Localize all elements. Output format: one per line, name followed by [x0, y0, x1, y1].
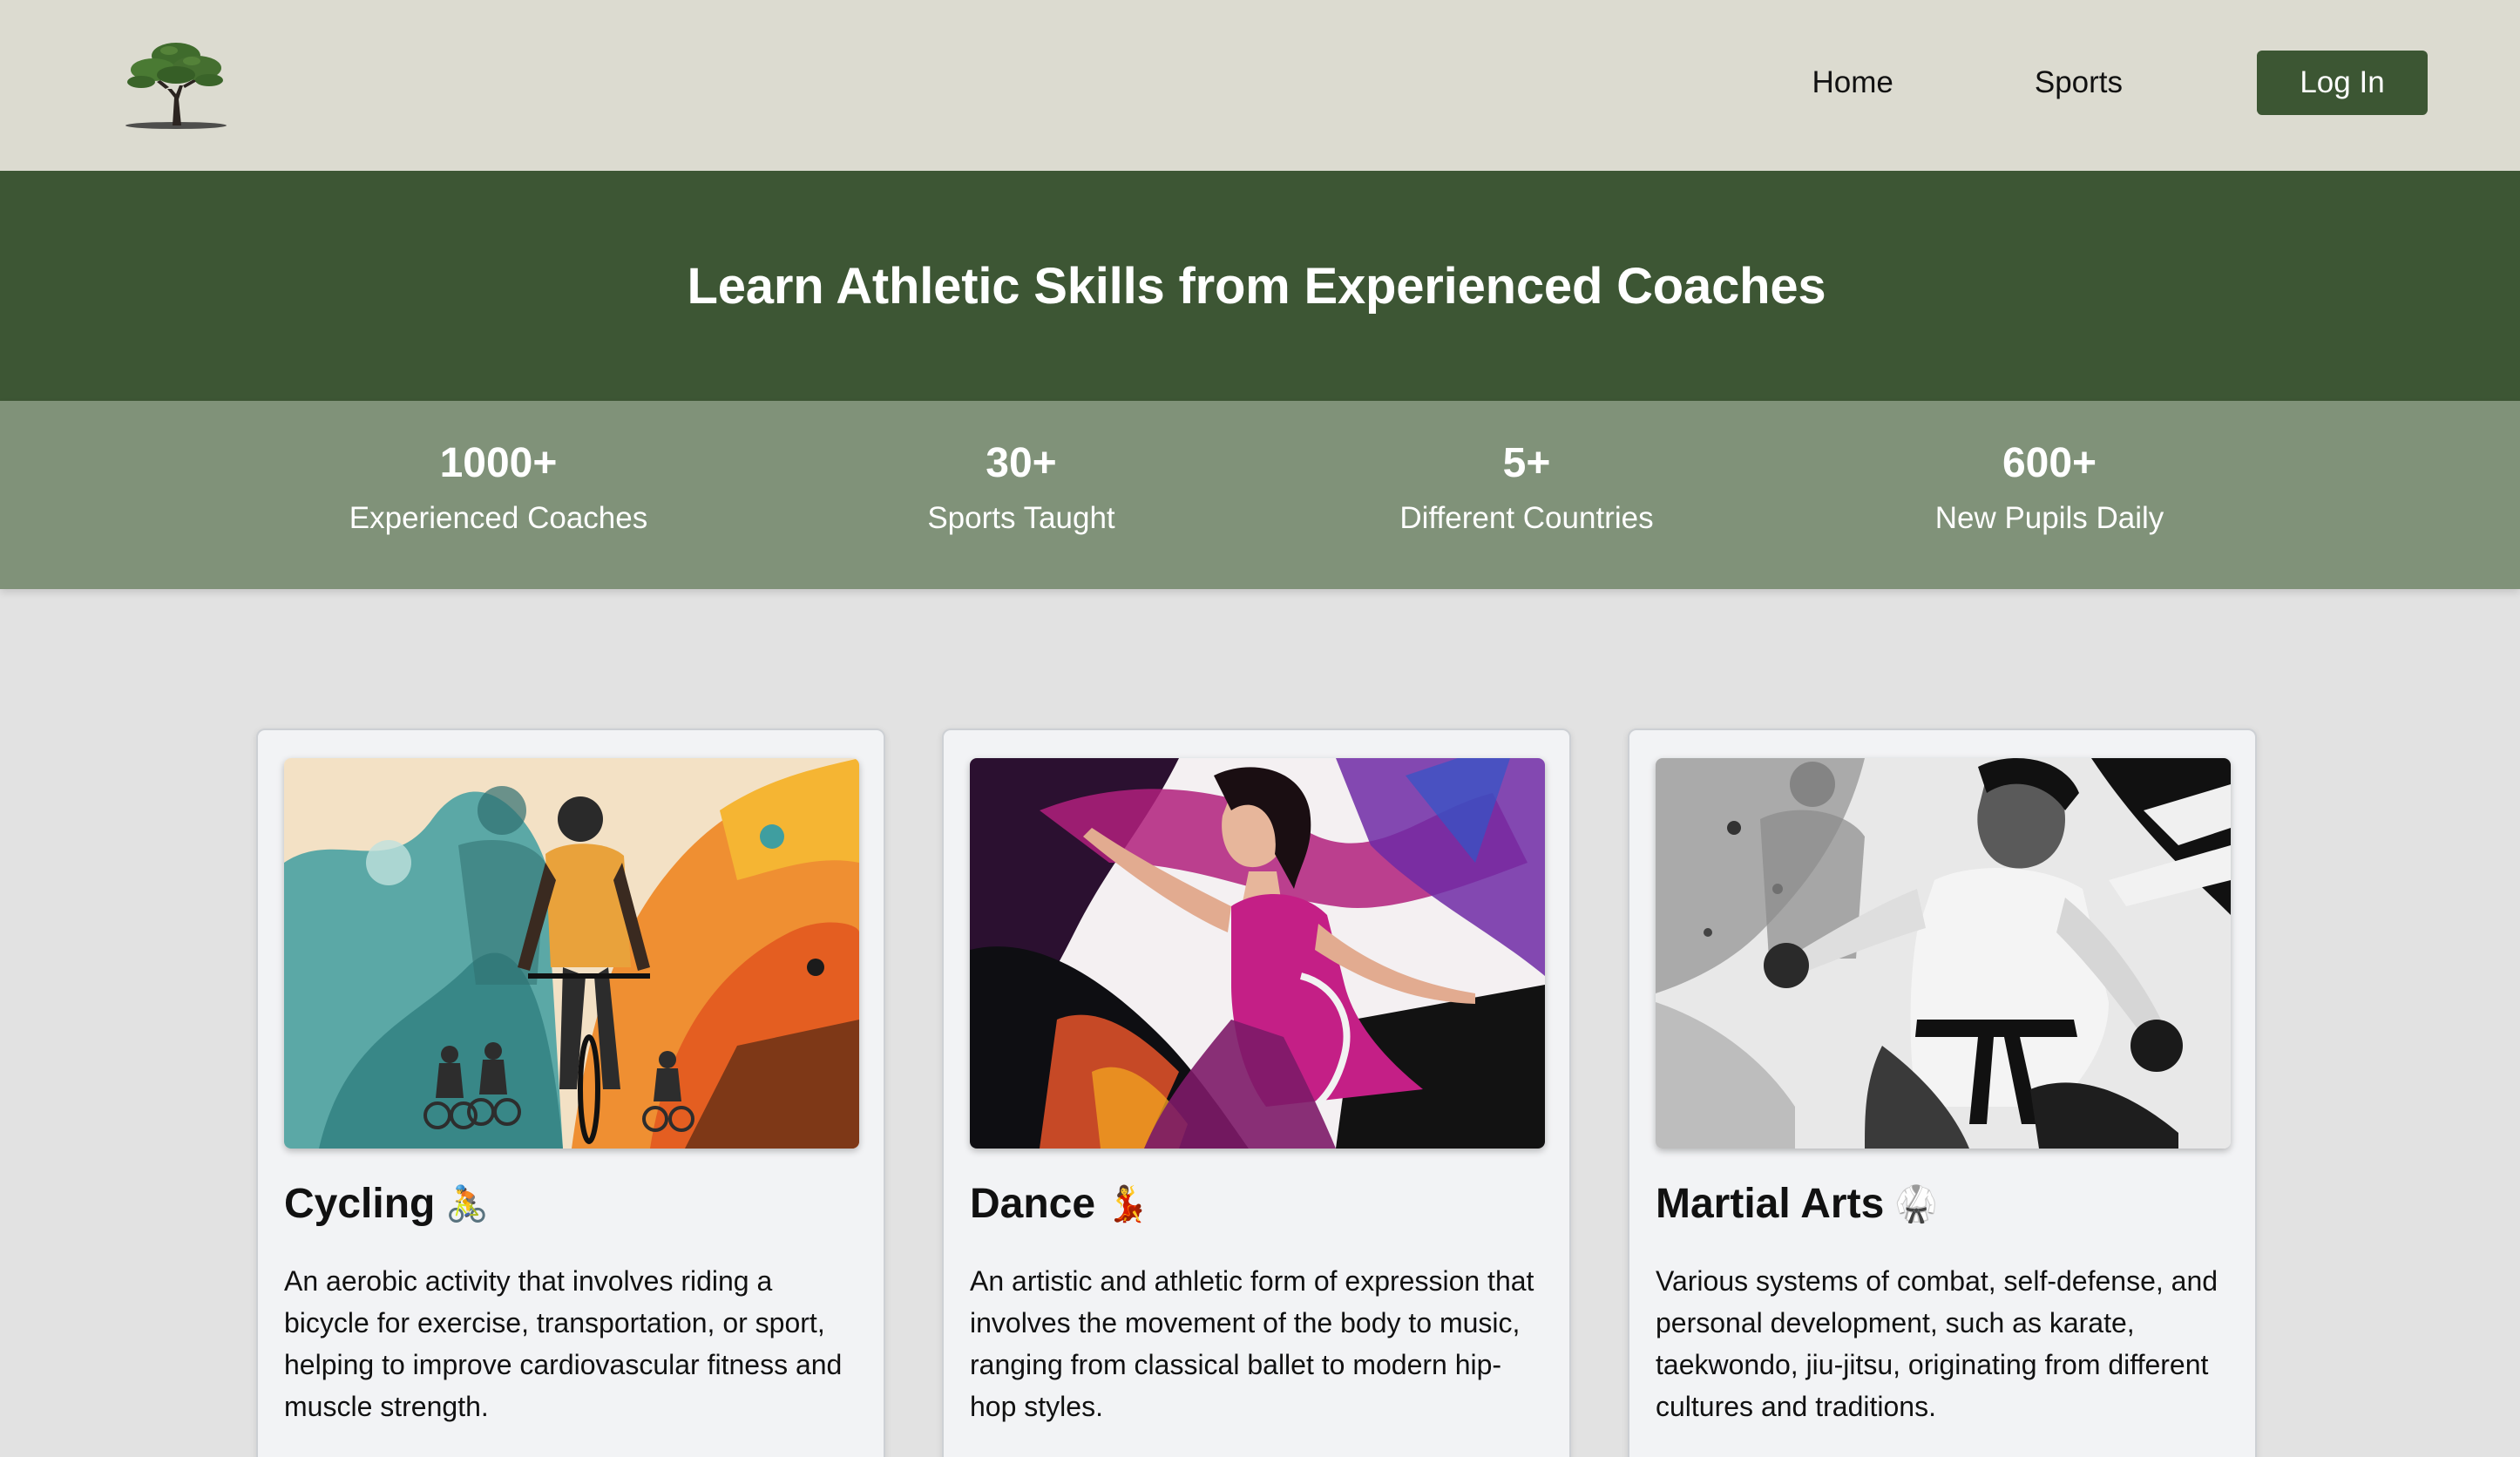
card-title: Cycling 🚴 — [284, 1180, 489, 1228]
tree-logo-icon[interactable] — [122, 35, 230, 132]
sport-card-martial-arts[interactable]: Martial Arts 🥋 Various systems of combat… — [1628, 728, 2257, 1457]
cyclist-emoji-icon: 🚴 — [445, 1184, 490, 1224]
stat-pupils: 600+ New Pupils Daily — [1823, 443, 2276, 536]
stat-value: 600+ — [2002, 440, 2097, 486]
card-title: Martial Arts 🥋 — [1656, 1180, 1938, 1228]
martial-arts-illustration — [1656, 758, 2231, 1149]
card-description: An aerobic activity that involves riding… — [284, 1265, 843, 1422]
martial-arts-uniform-emoji-icon: 🥋 — [1894, 1184, 1939, 1224]
hero-banner: Learn Athletic Skills from Experienced C… — [0, 171, 2520, 401]
stat-countries: 5+ Different Countries — [1300, 443, 1753, 536]
card-title: Dance 💃 — [970, 1180, 1149, 1228]
page: Home Sports Log In Learn Athletic Skills… — [0, 0, 2520, 1457]
stats-bar: 1000+ Experienced Coaches 30+ Sports Tau… — [0, 401, 2520, 589]
stat-coaches: 1000+ Experienced Coaches — [272, 443, 725, 536]
sport-card-cycling[interactable]: Cycling 🚴 An aerobic activity that invol… — [256, 728, 885, 1457]
card-title-text: Martial Arts — [1656, 1181, 1885, 1227]
stat-value: 30+ — [986, 440, 1057, 486]
card-title-text: Dance — [970, 1181, 1096, 1227]
dancer-emoji-icon: 💃 — [1106, 1184, 1149, 1224]
stat-sports: 30+ Sports Taught — [795, 443, 1248, 536]
hero-title: Learn Athletic Skills from Experienced C… — [687, 257, 1826, 315]
card-description: An artistic and athletic form of express… — [970, 1265, 1534, 1422]
nav-home-link[interactable]: Home — [1812, 65, 1893, 100]
cycling-illustration — [284, 758, 859, 1149]
card-title-text: Cycling — [284, 1181, 436, 1227]
stat-label: Experienced Coaches — [349, 501, 648, 535]
main-nav: Home Sports Log In — [1812, 51, 2428, 115]
stat-label: New Pupils Daily — [1934, 501, 2164, 535]
stat-label: Sports Taught — [927, 501, 1115, 535]
stat-value: 5+ — [1502, 440, 1551, 486]
top-navigation-bar: Home Sports Log In — [0, 0, 2520, 171]
stat-value: 1000+ — [439, 440, 558, 486]
stat-label: Different Countries — [1399, 501, 1654, 535]
sport-card-dance[interactable]: Dance 💃 An artistic and athletic form of… — [942, 728, 1571, 1457]
nav-sports-link[interactable]: Sports — [2035, 65, 2123, 100]
login-button[interactable]: Log In — [2257, 51, 2428, 115]
card-description: Various systems of combat, self-defense,… — [1656, 1265, 2219, 1422]
dance-illustration — [970, 758, 1545, 1149]
